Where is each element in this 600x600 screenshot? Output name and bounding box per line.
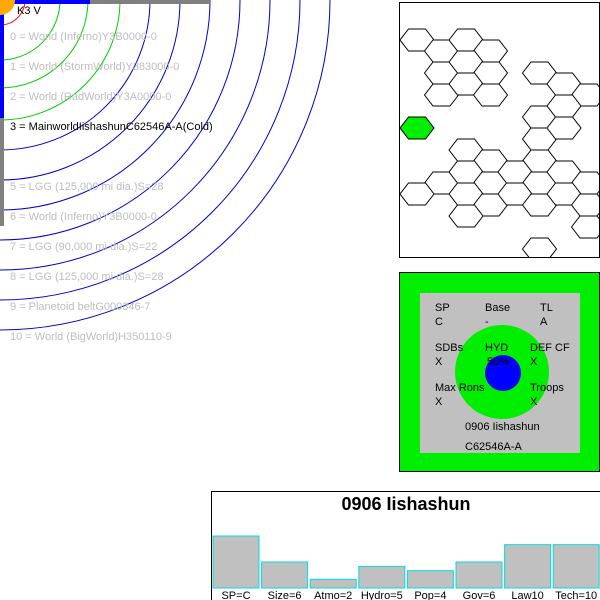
orbit-label: 2 = World (RadWorld)Y3A0000-0 (10, 91, 172, 103)
orbit-label: 9 = Planetoid beltG000346-7 (10, 301, 151, 313)
bar-label: Gov=6 (463, 590, 496, 600)
uwp-code: C62546A-A (465, 441, 522, 453)
tech-level-value: A (540, 316, 548, 328)
bar (552, 544, 600, 589)
bar (504, 544, 552, 589)
orbit-ring (0, 0, 301, 301)
base-label: Base (485, 302, 511, 314)
bar-label: Pop=4 (414, 590, 446, 600)
bar (212, 535, 260, 589)
bar (261, 561, 309, 589)
orbit-ring (0, 0, 181, 181)
bar-label: Tech=10 (555, 590, 597, 600)
bar-chart: SP=C Size=6 Atmo=2 Hydro=5 Pop=4 Gov=6 Law10 Te… (212, 535, 600, 600)
bar-label: Law10 (511, 590, 543, 600)
troops-value: X (530, 396, 538, 408)
hex-cell[interactable] (521, 237, 558, 258)
orbit-label-mainworld: 3 = MainworldIishashunC62546A-A(Cold) (10, 121, 213, 133)
defense-label: DEF CF (530, 342, 570, 354)
orbit-label: 5 = LGG (125,000 mi dia.)S=28 (10, 181, 164, 193)
bar (455, 561, 503, 589)
bar-label: Atmo=2 (314, 590, 352, 600)
world-summary-chart: 0906 Iishashun SP=C Size=6 Atmo=2 Hydro=5 Po… (211, 491, 600, 600)
sdbs-label: SDBs (435, 342, 464, 354)
defense-value: X (530, 356, 538, 368)
troops-label: Troops (530, 382, 564, 394)
world-hex-name: 0906 Iishashun (465, 421, 540, 433)
orbit-label: 6 = World (Inferno)Y3B0000-0 (10, 211, 157, 223)
bar (309, 578, 357, 589)
bar-label: Hydro=5 (361, 590, 403, 600)
starport-value: C (435, 316, 443, 328)
hydrographics-label: HYD (485, 342, 509, 354)
star-disc (0, 0, 15, 15)
hex-mainworld[interactable] (400, 116, 435, 140)
bar-label: Size=6 (268, 590, 302, 600)
max-rons-label: Max Rons (435, 382, 485, 394)
base-value: - (485, 316, 489, 328)
star-type-label: K3 V (17, 5, 41, 17)
orbit-label: 8 = LGG (125,000 mi dia.)S=28 (10, 271, 164, 283)
orbit-ring (0, 0, 89, 89)
bar (358, 565, 406, 589)
subsector-hex-map[interactable] (399, 2, 600, 258)
orbit-label: 0 = World (Inferno)Y3B0000-0 (10, 31, 157, 43)
orbit-label: 1 = World (StormWorld)Y383000-0 (10, 61, 180, 73)
sdbs-value: X (435, 356, 443, 368)
orbit-label: 7 = LGG (90,000 mi dia.)S=22 (10, 241, 158, 253)
orbit-label: 10 = World (BigWorld)H350110-9 (10, 331, 172, 343)
hex-cell[interactable] (570, 215, 600, 239)
bar-label: SP=C (221, 590, 250, 600)
max-rons-value: X (435, 396, 443, 408)
tech-level-label: TL (540, 302, 553, 314)
orbit-zone-bar-vertical (0, 0, 4, 118)
hydrographics-value: 50% (487, 356, 510, 368)
hex-grid (400, 28, 600, 258)
starport-label: SP (435, 302, 450, 314)
bar (406, 570, 454, 589)
